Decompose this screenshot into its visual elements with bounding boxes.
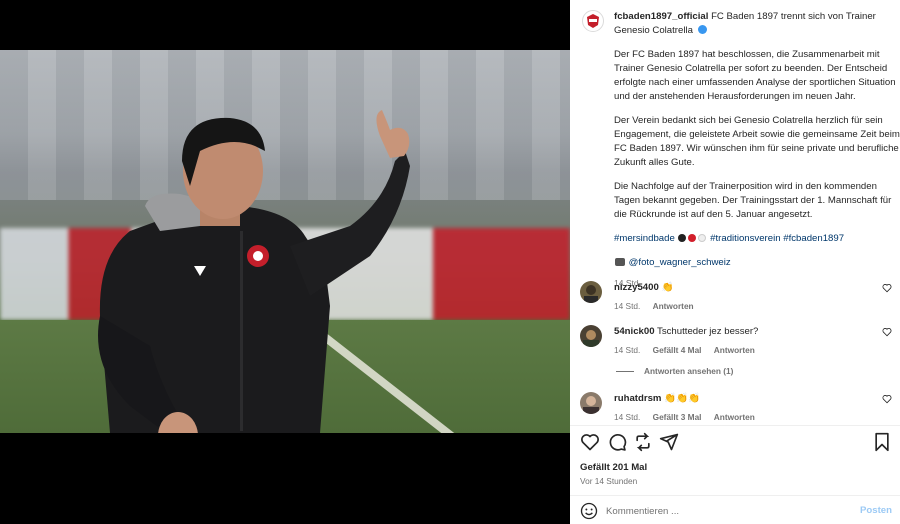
comment-body: 54nick00 Tschutteder jez besser? 14 Std.…	[614, 325, 874, 357]
bookmark-icon[interactable]	[872, 432, 892, 452]
heart-icon[interactable]	[882, 283, 892, 293]
white-circle-emoji	[698, 234, 707, 242]
comment-body: ruhatdrsm 👏👏👏 14 Std. Gefällt 3 Mal Antw…	[614, 392, 874, 424]
heart-icon[interactable]	[882, 394, 892, 404]
hashtag-link[interactable]: #mersindbade	[614, 233, 675, 244]
globe-icon	[697, 25, 707, 34]
comment-username[interactable]: 54nick00	[614, 326, 655, 337]
comment-time: 14 Std.	[614, 345, 641, 355]
comment-username[interactable]: nizzy5400	[614, 282, 659, 293]
post-photo[interactable]	[0, 50, 570, 433]
commenter-avatar[interactable]	[580, 325, 602, 347]
comment-item: nizzy5400 👏 14 Std. Antworten	[580, 281, 898, 321]
comment-item: ruhatdrsm 👏👏👏 14 Std. Gefällt 3 Mal Antw…	[580, 392, 898, 425]
view-replies-button[interactable]: Antworten ansehen (1)	[616, 366, 733, 376]
comment-time: 14 Std.	[614, 412, 641, 422]
black-circle-emoji	[678, 234, 687, 242]
reply-button[interactable]: Antworten	[714, 345, 755, 355]
comment-text: 👏👏👏	[664, 393, 700, 404]
view-replies-label: Antworten ansehen (1)	[644, 366, 734, 376]
comment-likes[interactable]: Gefällt 3 Mal	[653, 412, 702, 422]
commenter-avatar[interactable]	[580, 281, 602, 303]
divider	[570, 495, 900, 496]
club-logo-icon	[587, 14, 599, 28]
commenter-avatar[interactable]	[580, 392, 602, 414]
comment-meta: 14 Std. Gefällt 3 Mal Antworten	[614, 411, 874, 424]
hashtag-link[interactable]: #traditionsverein	[710, 233, 780, 244]
comment-bar: Posten	[570, 497, 900, 524]
comment-item: 54nick00 Tschutteder jez besser? 14 Std.…	[580, 325, 898, 365]
coach-figure	[98, 110, 410, 433]
comment-likes[interactable]: Gefällt 4 Mal	[653, 345, 702, 355]
post-media[interactable]	[0, 0, 570, 524]
heart-icon[interactable]	[882, 327, 892, 337]
emoji-icon[interactable]	[580, 502, 598, 520]
comment-meta: 14 Std. Antworten	[614, 300, 874, 313]
post-caption: fcbaden1897_official FC Baden 1897 trenn…	[614, 10, 900, 290]
post-username[interactable]: fcbaden1897_official	[614, 11, 708, 22]
post-age: Vor 14 Stunden	[580, 476, 638, 486]
caption-paragraph-1: Der FC Baden 1897 hat beschlossen, die Z…	[614, 49, 896, 102]
reply-button[interactable]: Antworten	[714, 412, 755, 422]
caption-paragraph-2: Der Verein bedankt sich bei Genesio Cola…	[614, 115, 900, 168]
post-detail-panel: fcbaden1897_official FC Baden 1897 trenn…	[570, 0, 900, 524]
heart-icon[interactable]	[580, 432, 600, 452]
photo-credit-link[interactable]: @foto_wagner_schweiz	[629, 257, 731, 268]
post-actions-bar	[580, 432, 892, 456]
comments-scroll-area[interactable]: fcbaden1897_official FC Baden 1897 trenn…	[570, 0, 900, 425]
red-circle-emoji	[688, 234, 697, 242]
hashtag-link[interactable]: #fcbaden1897	[783, 233, 844, 244]
comment-username[interactable]: ruhatdrsm	[614, 393, 661, 404]
reply-button[interactable]: Antworten	[653, 301, 694, 311]
divider-dash	[616, 370, 634, 372]
comment-body: nizzy5400 👏 14 Std. Antworten	[614, 281, 874, 313]
share-icon[interactable]	[659, 432, 679, 452]
hashtags: #mersindbade #traditionsverein #fcbaden1…	[614, 232, 900, 246]
divider	[570, 425, 900, 426]
repost-icon[interactable]	[633, 432, 653, 452]
comment-text: 👏	[661, 282, 674, 293]
camera-icon	[615, 258, 625, 266]
comment-text: Tschutteder jez besser?	[657, 326, 759, 337]
photo-credit-line: @foto_wagner_schweiz	[614, 256, 900, 270]
likes-count[interactable]: Gefällt 201 Mal	[580, 462, 647, 473]
comment-meta: 14 Std. Gefällt 4 Mal Antworten	[614, 344, 874, 357]
post-comment-button[interactable]: Posten	[860, 505, 892, 516]
comment-input[interactable]	[606, 503, 846, 519]
club-avatar[interactable]	[582, 10, 604, 32]
caption-paragraph-3: Die Nachfolge auf der Trainerposition wi…	[614, 181, 892, 220]
comment-time: 14 Std.	[614, 301, 641, 311]
comment-icon[interactable]	[607, 432, 627, 452]
